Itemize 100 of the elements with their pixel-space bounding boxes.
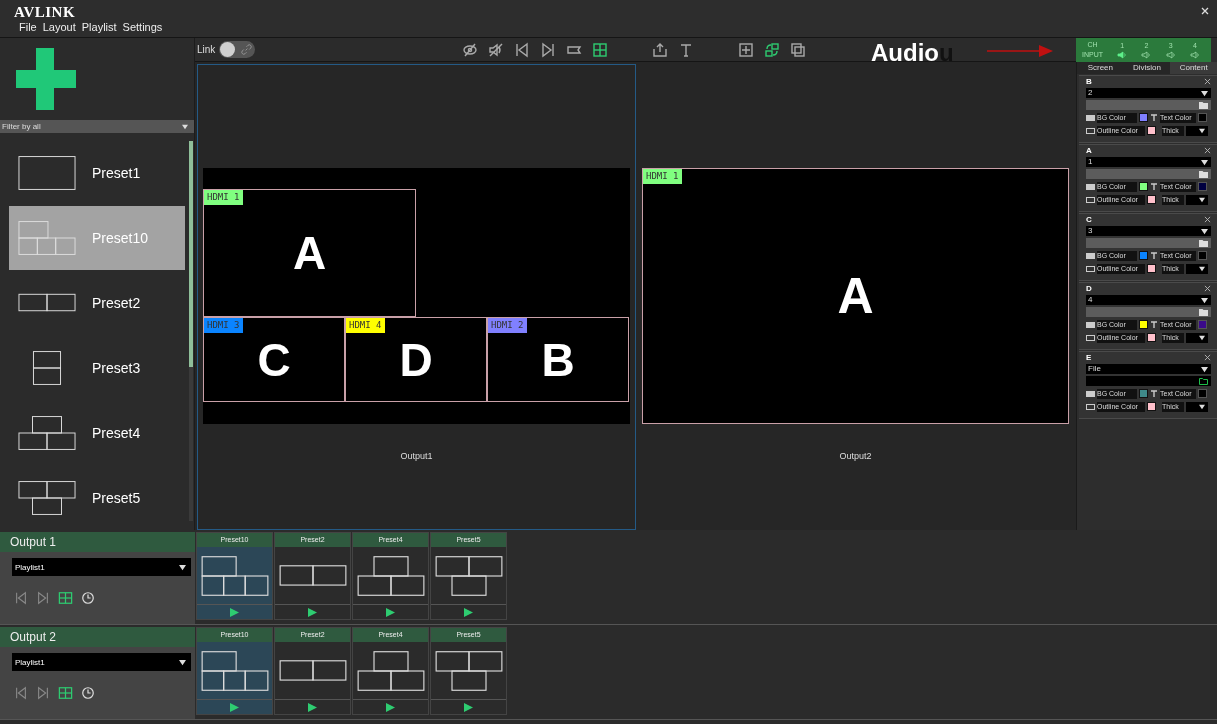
link-toggle[interactable] bbox=[219, 41, 256, 58]
grid-icon[interactable] bbox=[58, 591, 73, 605]
play-icon[interactable] bbox=[308, 702, 317, 712]
speaker-icon[interactable] bbox=[1141, 51, 1152, 59]
fit-screen-icon[interactable] bbox=[738, 41, 755, 58]
thickness-dropdown[interactable] bbox=[1186, 125, 1208, 136]
file-path-field[interactable] bbox=[1086, 238, 1211, 248]
close-icon[interactable] bbox=[1201, 7, 1209, 15]
grid-icon[interactable] bbox=[592, 41, 609, 58]
next-icon[interactable] bbox=[36, 686, 50, 700]
color-swatch[interactable] bbox=[1147, 402, 1156, 411]
grid-icon[interactable] bbox=[58, 686, 73, 700]
source-dropdown[interactable]: 4 bbox=[1086, 295, 1211, 305]
previous-icon[interactable] bbox=[14, 591, 28, 605]
play-icon[interactable] bbox=[386, 607, 395, 617]
previous-icon[interactable] bbox=[514, 41, 531, 58]
output-panel[interactable]: HDMI 1 A HDMI 3 C HDMI 4 D HDMI 2 B Output1 bbox=[197, 64, 636, 530]
screen-window[interactable]: HDMI 4 D bbox=[345, 317, 487, 402]
menu-item[interactable]: Playlist bbox=[81, 20, 117, 34]
file-path-field[interactable] bbox=[1086, 169, 1211, 179]
color-swatch[interactable] bbox=[1139, 251, 1148, 260]
color-swatch[interactable] bbox=[1139, 320, 1148, 329]
folder-icon[interactable] bbox=[1199, 170, 1208, 178]
screen-window[interactable]: HDMI 3 C bbox=[203, 317, 345, 402]
preset-item[interactable]: Preset4 bbox=[9, 401, 185, 465]
next-icon[interactable] bbox=[540, 41, 557, 58]
previous-icon[interactable] bbox=[14, 686, 28, 700]
preset-item[interactable]: Preset2 bbox=[9, 271, 185, 335]
source-dropdown[interactable]: 1 bbox=[1086, 157, 1211, 167]
speaker-icon[interactable] bbox=[1189, 51, 1200, 59]
close-icon[interactable] bbox=[1204, 216, 1211, 223]
speaker-slash-icon[interactable] bbox=[488, 41, 505, 58]
thickness-dropdown[interactable] bbox=[1186, 332, 1208, 343]
color-swatch[interactable] bbox=[1139, 113, 1148, 122]
menu-item[interactable]: Layout bbox=[42, 20, 76, 34]
screen-window[interactable]: HDMI 1 A bbox=[203, 189, 416, 317]
close-icon[interactable] bbox=[1204, 285, 1211, 292]
color-swatch[interactable] bbox=[1147, 333, 1156, 342]
file-path-field[interactable] bbox=[1086, 100, 1211, 110]
menu-item[interactable]: File bbox=[19, 20, 37, 34]
panel-tab[interactable]: Content bbox=[1170, 62, 1217, 74]
color-swatch[interactable] bbox=[1198, 389, 1207, 398]
swap-icon[interactable] bbox=[764, 41, 781, 58]
eye-slash-icon[interactable] bbox=[462, 41, 479, 58]
close-icon[interactable] bbox=[1204, 147, 1211, 154]
thickness-dropdown[interactable] bbox=[1186, 401, 1208, 412]
export-icon[interactable] bbox=[652, 41, 669, 58]
output-panel[interactable]: HDMI 1 A Output2 bbox=[636, 64, 1075, 530]
folder-icon[interactable] bbox=[1199, 308, 1208, 316]
speaker-icon[interactable] bbox=[1117, 51, 1128, 59]
file-path-field[interactable] bbox=[1086, 376, 1211, 386]
panel-tab[interactable]: Screen bbox=[1077, 62, 1124, 74]
color-swatch[interactable] bbox=[1198, 251, 1207, 260]
layout-thumbnail bbox=[434, 554, 503, 597]
speaker-icon[interactable] bbox=[1165, 51, 1176, 59]
clock-icon[interactable] bbox=[81, 591, 95, 605]
menu-item[interactable]: Settings bbox=[122, 20, 163, 34]
folder-icon[interactable] bbox=[1199, 101, 1208, 109]
layout-thumbnail bbox=[434, 649, 503, 692]
folder-icon[interactable] bbox=[1199, 377, 1208, 385]
play-icon[interactable] bbox=[464, 702, 473, 712]
color-swatch[interactable] bbox=[1147, 264, 1156, 273]
screen-window[interactable]: HDMI 2 B bbox=[487, 317, 629, 402]
folder-icon[interactable] bbox=[1199, 239, 1208, 247]
play-icon[interactable] bbox=[308, 607, 317, 617]
copy-icon[interactable] bbox=[790, 41, 807, 58]
color-swatch[interactable] bbox=[1147, 126, 1156, 135]
scrollbar[interactable] bbox=[189, 141, 193, 521]
layout-thumbnail bbox=[18, 220, 76, 256]
thickness-dropdown[interactable] bbox=[1186, 194, 1208, 205]
filter-dropdown[interactable]: Filter by all bbox=[0, 120, 194, 133]
playlist-dropdown[interactable]: Playlist1 bbox=[12, 558, 191, 576]
source-dropdown[interactable]: 2 bbox=[1086, 88, 1211, 98]
playlist-dropdown[interactable]: Playlist1 bbox=[12, 653, 191, 671]
add-icon[interactable] bbox=[16, 48, 76, 110]
panel-tab[interactable]: Division bbox=[1123, 62, 1171, 74]
color-swatch[interactable] bbox=[1139, 182, 1148, 191]
color-swatch[interactable] bbox=[1147, 195, 1156, 204]
file-path-field[interactable] bbox=[1086, 307, 1211, 317]
play-icon[interactable] bbox=[230, 702, 239, 712]
source-dropdown[interactable]: File bbox=[1086, 364, 1211, 374]
play-icon[interactable] bbox=[386, 702, 395, 712]
color-swatch[interactable] bbox=[1198, 113, 1207, 122]
thickness-dropdown[interactable] bbox=[1186, 263, 1208, 274]
source-dropdown[interactable]: 3 bbox=[1086, 226, 1211, 236]
next-icon[interactable] bbox=[36, 591, 50, 605]
screen-window[interactable]: HDMI 1 A bbox=[642, 168, 1069, 424]
color-swatch[interactable] bbox=[1198, 182, 1207, 191]
color-swatch[interactable] bbox=[1139, 389, 1148, 398]
outline-icon bbox=[1086, 127, 1095, 134]
clock-icon[interactable] bbox=[81, 686, 95, 700]
preset-item[interactable]: Preset3 bbox=[9, 336, 185, 400]
close-icon[interactable] bbox=[1204, 354, 1211, 361]
play-icon[interactable] bbox=[230, 607, 239, 617]
color-swatch[interactable] bbox=[1198, 320, 1207, 329]
play-icon[interactable] bbox=[464, 607, 473, 617]
preset-item[interactable]: Preset5 bbox=[9, 466, 185, 530]
background-icon bbox=[1086, 114, 1095, 121]
preset-item[interactable]: Preset1 bbox=[9, 141, 185, 205]
close-icon[interactable] bbox=[1204, 78, 1211, 85]
